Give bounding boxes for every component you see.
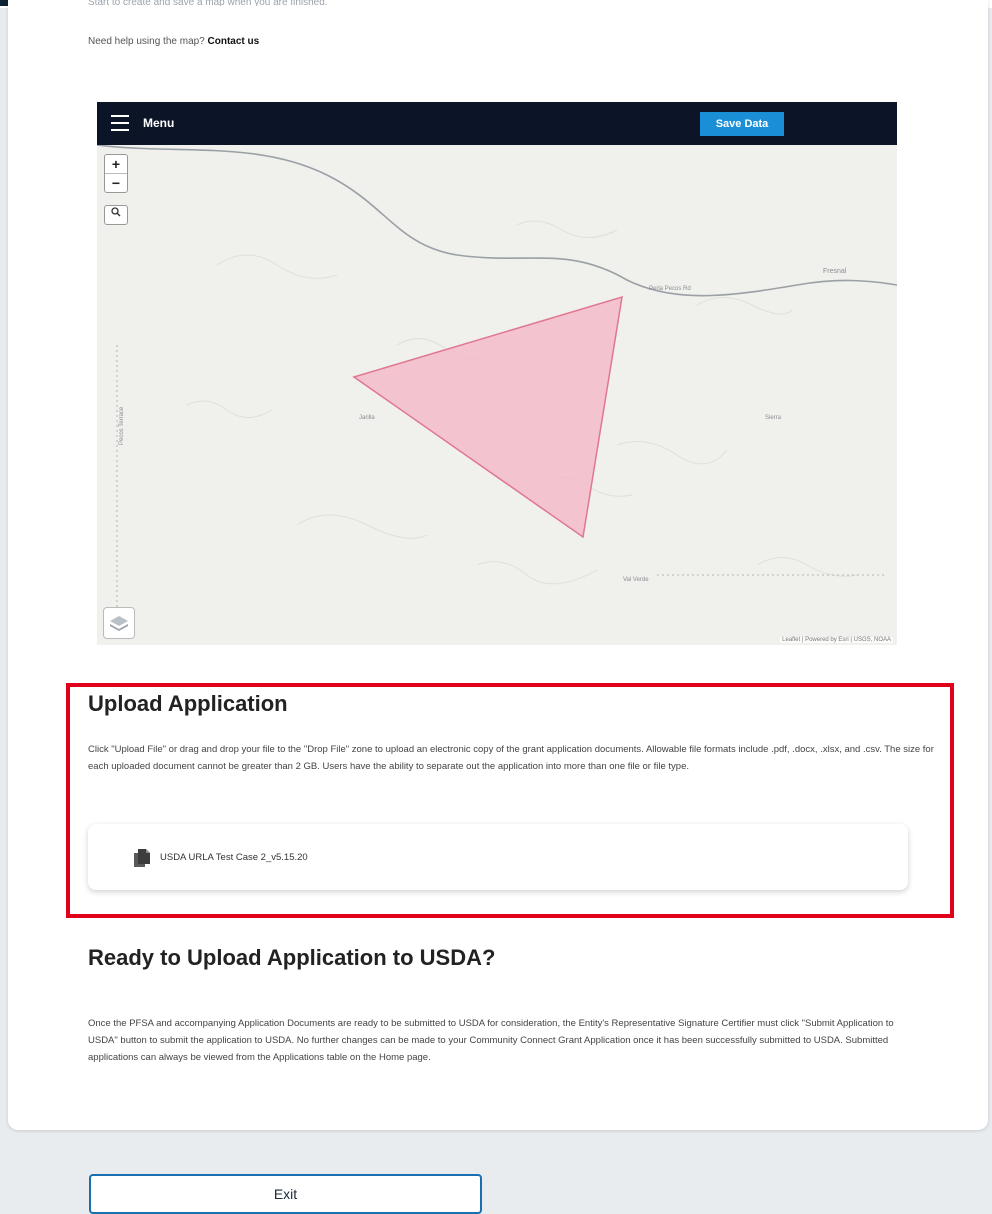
upload-application-title: Upload Application: [88, 691, 288, 716]
upload-application-section: Upload Application Click "Upload File" o…: [66, 683, 954, 918]
contact-us-link[interactable]: Contact us: [208, 36, 260, 47]
layers-icon[interactable]: [103, 607, 135, 639]
exit-button[interactable]: Exit: [89, 1174, 482, 1214]
map-label-place-far-right: Sierra: [765, 415, 782, 421]
map-search-icon[interactable]: [104, 205, 128, 225]
zoom-out-button[interactable]: −: [105, 173, 127, 192]
map-header-bar: Menu Save Data: [97, 102, 897, 145]
map-canvas[interactable]: Perla Pecos Rd Fresnal Jarilla Sierra Va…: [97, 145, 897, 645]
truncated-instruction-text: Start to create and save a map when you …: [88, 0, 328, 6]
ready-to-upload-description: Once the PFSA and accompanying Applicati…: [88, 1018, 894, 1063]
ready-to-upload-title: Ready to Upload Application to USDA?: [88, 945, 496, 970]
zoom-control: + −: [104, 154, 128, 193]
map-label-place-bottom: Val Verde: [623, 577, 649, 583]
map-attribution[interactable]: Leaflet | Powered by Esri | USGS, NOAA: [780, 637, 893, 643]
menu-label[interactable]: Menu: [143, 116, 174, 130]
map-label-place-left: Pecos Terrace: [119, 406, 125, 445]
uploaded-file-card[interactable]: USDA URLA Test Case 2_v5.15.20: [88, 824, 908, 890]
map-widget[interactable]: Menu Save Data Perla Pecos Rd Fresnal Ja…: [97, 102, 897, 645]
map-label-road: Perla Pecos Rd: [649, 286, 691, 292]
save-data-button[interactable]: Save Data: [700, 112, 784, 136]
zoom-in-button[interactable]: +: [105, 155, 127, 173]
map-help-line: Need help using the map? Contact us: [88, 36, 259, 47]
hamburger-menu-icon[interactable]: [111, 115, 129, 131]
upload-application-description: Click "Upload File" or drag and drop you…: [88, 744, 934, 772]
uploaded-file-name[interactable]: USDA URLA Test Case 2_v5.15.20: [160, 852, 308, 863]
map-help-text: Need help using the map?: [88, 36, 205, 47]
document-icon: [134, 849, 150, 867]
map-label-place-right: Fresnal: [823, 268, 847, 275]
map-label-place-center: Jarilla: [359, 415, 375, 421]
